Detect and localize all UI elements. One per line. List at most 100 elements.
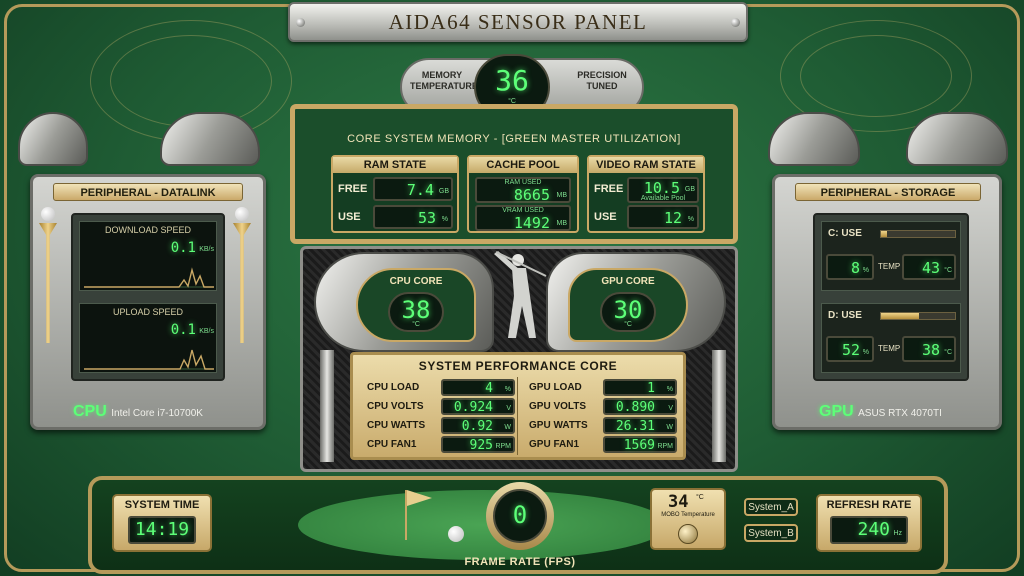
drive-d-temp-value: 38 bbox=[921, 341, 940, 359]
download-speed-unit: KB/s bbox=[199, 246, 214, 253]
gpu-row-label: GPU LOAD bbox=[529, 382, 582, 393]
drive-c-temp-label: TEMP bbox=[878, 262, 901, 271]
drive-c-use-unit: % bbox=[862, 267, 869, 274]
drive-d-label: D: USE bbox=[828, 310, 862, 321]
gpu-row-unit: RPM bbox=[657, 443, 673, 450]
ram-use-display: 53 % bbox=[373, 205, 453, 229]
cpu-brand: CPU bbox=[73, 403, 107, 420]
drive-d-usage-bar bbox=[880, 312, 956, 320]
cpu-row-label: CPU LOAD bbox=[367, 382, 420, 393]
cpu-footer: CPU Intel Core i7-10700K bbox=[73, 403, 243, 421]
drive-c-temp-value: 43 bbox=[921, 259, 940, 277]
fps-value: 0 bbox=[512, 501, 528, 529]
vram-free-unit: GB bbox=[684, 186, 695, 193]
golf-tee-icon bbox=[233, 223, 251, 343]
mobo-knob[interactable] bbox=[678, 524, 698, 544]
gpu-core-face: GPU CORE 30 °C bbox=[568, 268, 688, 342]
cpu-row-display: 4% bbox=[441, 379, 515, 396]
gpu-footer: GPU ASUS RTX 4070TI bbox=[819, 403, 999, 421]
club-shaft-right bbox=[712, 350, 726, 462]
ram-used-unit: MB bbox=[556, 192, 568, 199]
vram-use-value: 12 bbox=[663, 209, 682, 227]
system-b-button[interactable]: System_B bbox=[744, 524, 798, 542]
page-title: AIDA64 SENSOR PANEL bbox=[388, 9, 648, 34]
upload-speed-box: UPLOAD SPEED 0.1 KB/s bbox=[79, 303, 217, 373]
ram-state-title: RAM STATE bbox=[333, 157, 457, 173]
ram-free-value: 7.4 bbox=[406, 181, 434, 199]
cpu-row-display: 0.92 W bbox=[441, 417, 515, 434]
ram-free-label: FREE bbox=[338, 183, 368, 195]
datalink-panel: PERIPHERAL - DATALINK DOWNLOAD SPEED 0.1… bbox=[30, 174, 266, 430]
cpu-core-face: CPU CORE 38 °C bbox=[356, 268, 476, 342]
cpu-row-display: 925 RPM bbox=[441, 436, 515, 453]
ram-use-label: USE bbox=[338, 211, 361, 223]
cpu-row-label: CPU FAN1 bbox=[367, 439, 417, 450]
club-head-left-2 bbox=[160, 112, 260, 166]
ram-used-display: RAM USED 8665 MB bbox=[475, 177, 571, 204]
golf-tee-icon bbox=[39, 223, 57, 343]
drive-d-usage-fill bbox=[881, 313, 920, 319]
drive-d-use-value: 52 bbox=[841, 341, 860, 359]
cpu-core-label: CPU CORE bbox=[389, 276, 443, 287]
drive-c-box: C: USE 8 % TEMP 43 °C bbox=[821, 221, 961, 291]
gpu-row-unit: % bbox=[666, 386, 673, 393]
drive-c-usage-fill bbox=[881, 231, 887, 237]
vram-used-value: 1492 bbox=[513, 214, 550, 232]
mobo-temp-value: 34 bbox=[668, 492, 689, 512]
golfer-icon bbox=[494, 251, 547, 338]
vram-free-sub: Available Pool bbox=[640, 195, 686, 202]
drive-d-temp-label: TEMP bbox=[878, 344, 901, 353]
drive-c-use-value: 8 bbox=[850, 259, 860, 277]
ram-used-label: RAM USED bbox=[504, 179, 542, 186]
gpu-core-label: GPU CORE bbox=[601, 276, 655, 287]
mobo-temp-label: MOBO Temperature bbox=[661, 512, 715, 518]
vram-use-display: 12 % bbox=[627, 205, 699, 229]
drive-d-box: D: USE 52 % TEMP 38 °C bbox=[821, 303, 961, 373]
system-time-display: 14:19 bbox=[128, 516, 196, 544]
bottom-bar: SYSTEM TIME 14:19 0 FRAME RATE (FPS) 34 … bbox=[88, 476, 948, 574]
system-a-button[interactable]: System_A bbox=[744, 498, 798, 516]
fps-ring: 0 bbox=[486, 482, 554, 550]
cpu-row-value: 0.924 bbox=[453, 400, 493, 415]
gpu-row-display: 26.31 W bbox=[603, 417, 677, 434]
storage-title: PERIPHERAL - STORAGE bbox=[795, 183, 981, 201]
gpu-brand: GPU bbox=[819, 403, 854, 420]
ram-use-value: 53 bbox=[417, 209, 436, 227]
drive-c-label: C: USE bbox=[828, 228, 862, 239]
refresh-rate-box: REFRESH RATE 240 Hz bbox=[816, 494, 922, 552]
download-speed-graph bbox=[84, 267, 214, 288]
gpu-row-value: 0.890 bbox=[615, 400, 655, 415]
cpu-model: Intel Core i7-10700K bbox=[111, 408, 203, 419]
upload-speed-graph bbox=[84, 349, 214, 370]
upload-speed-value: 0.1 bbox=[170, 322, 196, 338]
cpu-core-club: CPU CORE 38 °C bbox=[314, 252, 494, 352]
refresh-rate-unit: Hz bbox=[893, 530, 902, 537]
refresh-rate-display: 240 Hz bbox=[830, 516, 908, 544]
system-time-box: SYSTEM TIME 14:19 bbox=[112, 494, 212, 552]
gpu-row-label: GPU WATTS bbox=[529, 420, 588, 431]
core-memory-title: CORE SYSTEM MEMORY - [GREEN MASTER UTILI… bbox=[347, 133, 681, 145]
drive-d-use-display: 52 % bbox=[826, 336, 874, 362]
putting-green bbox=[298, 490, 668, 560]
drive-c-temp-display: 43 °C bbox=[902, 254, 956, 280]
performance-panel: SYSTEM PERFORMANCE CORE CPU LOAD 4% CPU VO… bbox=[350, 352, 686, 460]
fps-label: FRAME RATE (FPS) bbox=[464, 556, 576, 568]
system-time-value: 14:19 bbox=[134, 519, 190, 540]
ram-free-unit: GB bbox=[438, 188, 449, 195]
system-time-label: SYSTEM TIME bbox=[124, 499, 200, 511]
drive-c-temp-unit: °C bbox=[944, 267, 952, 274]
core-memory-panel: CORE SYSTEM MEMORY - [GREEN MASTER UTILI… bbox=[290, 104, 738, 244]
download-speed-display: 0.1 KB/s bbox=[160, 240, 214, 260]
gpu-row-value: 1 bbox=[647, 381, 655, 396]
golf-ball-icon bbox=[235, 207, 249, 221]
download-speed-label: DOWNLOAD SPEED bbox=[104, 225, 191, 235]
cache-pool-title: CACHE POOL bbox=[469, 157, 577, 173]
vram-use-unit: % bbox=[687, 216, 694, 223]
drive-d-temp-display: 38 °C bbox=[902, 336, 956, 362]
drive-c-use-display: 8 % bbox=[826, 254, 874, 280]
precision-tuned-label: PRECISION TUNED bbox=[577, 70, 627, 91]
ram-free-display: 7.4 GB bbox=[373, 177, 453, 201]
cpu-row-unit: W bbox=[504, 424, 511, 431]
cpu-core-display: 38 °C bbox=[388, 292, 444, 332]
vram-free-display: 10.5 GB Available Pool bbox=[627, 177, 699, 203]
